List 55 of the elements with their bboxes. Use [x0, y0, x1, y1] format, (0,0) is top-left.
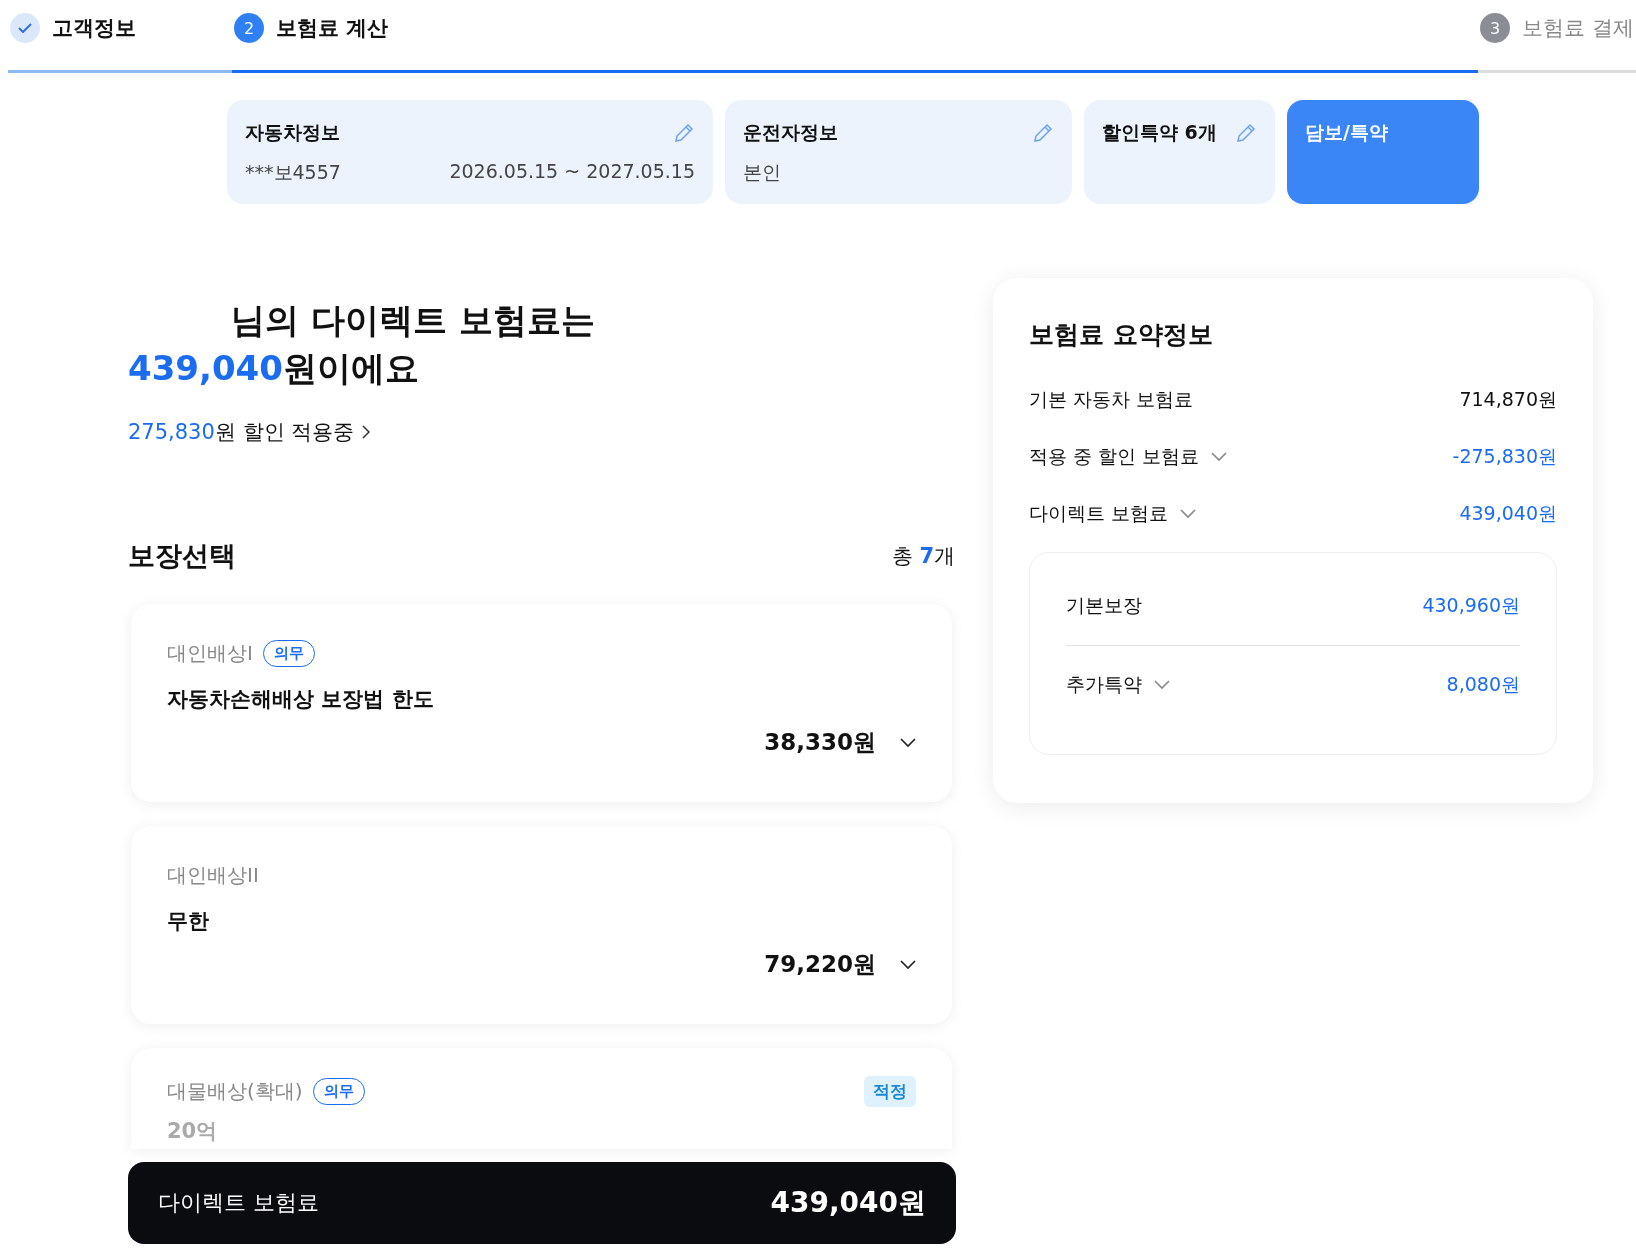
card-text: 2026.05.15 ~ 2027.05.15 [449, 160, 695, 184]
status-tag: 적정 [864, 1076, 916, 1107]
coverage-price: 38,330원 [764, 728, 876, 757]
step-number: 2 [234, 13, 264, 43]
summary-label: 기본 자동차 보험료 [1029, 386, 1194, 412]
step-number: 3 [1480, 13, 1510, 43]
total-amount: 439,040원 [770, 1185, 926, 1221]
headline: 님의 다이렉트 보험료는 [230, 299, 596, 342]
chevron-icon[interactable] [900, 959, 916, 970]
step-label[interactable]: 보험료 계산 [276, 14, 389, 42]
card-title: 할인특약 6개 [1102, 120, 1217, 145]
pencil-icon[interactable] [673, 122, 695, 144]
summary-label: 다이렉트 보험료 [1029, 500, 1169, 526]
info-card[interactable]: 운전자정보 본인 [725, 100, 1072, 204]
coverage-card[interactable]: 대물배상(확대) 의무 적정 20억 [131, 1048, 952, 1149]
card-title: 자동차정보 [245, 120, 340, 145]
summary-value: 714,870원 [1459, 386, 1557, 412]
total-label: 다이렉트 보험료 [158, 1189, 319, 1217]
step-tab[interactable]: 2 보험료 계산 [232, 0, 1478, 73]
coverage-category: 대물배상(확대) [167, 1078, 303, 1105]
coverage-price: 79,220원 [764, 950, 876, 979]
premium-headline: 439,040원이에요 [128, 347, 420, 390]
step-label[interactable]: 고객정보 [52, 14, 136, 42]
summary-title: 보험료 요약정보 [1029, 319, 1214, 351]
info-card[interactable]: 자동차정보 ***보4557 2026.05.15 ~ 2027.05.15 [227, 100, 713, 204]
info-card[interactable]: 할인특약 6개 [1084, 100, 1275, 204]
summary-label: 적용 중 할인 보험료 [1029, 443, 1200, 469]
summary-label: 기본보장 [1066, 593, 1142, 618]
chevron-icon[interactable] [900, 737, 916, 748]
pencil-icon[interactable] [1032, 122, 1054, 144]
coverage-limit: 자동차손해배상 보장법 한도 [167, 686, 435, 713]
coverage-category: 대인배상I [167, 640, 253, 667]
discount-link[interactable]: 275,830원 할인 적용중 [128, 418, 371, 446]
info-card[interactable]: 담보/특약 [1287, 100, 1479, 204]
summary-value: 8,080원 [1446, 672, 1520, 697]
coverage-limit: 20억 [167, 1118, 219, 1145]
card-title: 담보/특약 [1305, 120, 1388, 145]
section-title: 보장선택 [128, 539, 236, 573]
coverage-card[interactable]: 대인배상II 무한 79,220원 [131, 826, 952, 1024]
coverage-card[interactable]: 대인배상I 의무 자동차손해배상 보장법 한도 38,330원 [131, 604, 952, 802]
pencil-icon[interactable] [1235, 122, 1257, 144]
summary-value: 430,960원 [1422, 593, 1520, 618]
summary-value: -275,830원 [1452, 443, 1557, 469]
chevron-icon [362, 425, 371, 439]
item-count: 총 7개 [891, 543, 955, 570]
coverage-limit: 무한 [167, 908, 210, 935]
card-text: ***보4557 [245, 160, 341, 185]
step-tab[interactable]: 3 보험료 결제 [1478, 0, 1636, 73]
card-text: 본인 [743, 160, 781, 185]
card-title: 운전자정보 [743, 120, 838, 145]
step-label[interactable]: 보험료 결제 [1522, 14, 1634, 42]
summary-value: 439,040원 [1459, 500, 1557, 526]
coverage-category: 대인배상II [167, 862, 259, 889]
summary-label: 추가특약 [1066, 672, 1142, 697]
step-tab[interactable]: 고객정보 [8, 0, 232, 73]
